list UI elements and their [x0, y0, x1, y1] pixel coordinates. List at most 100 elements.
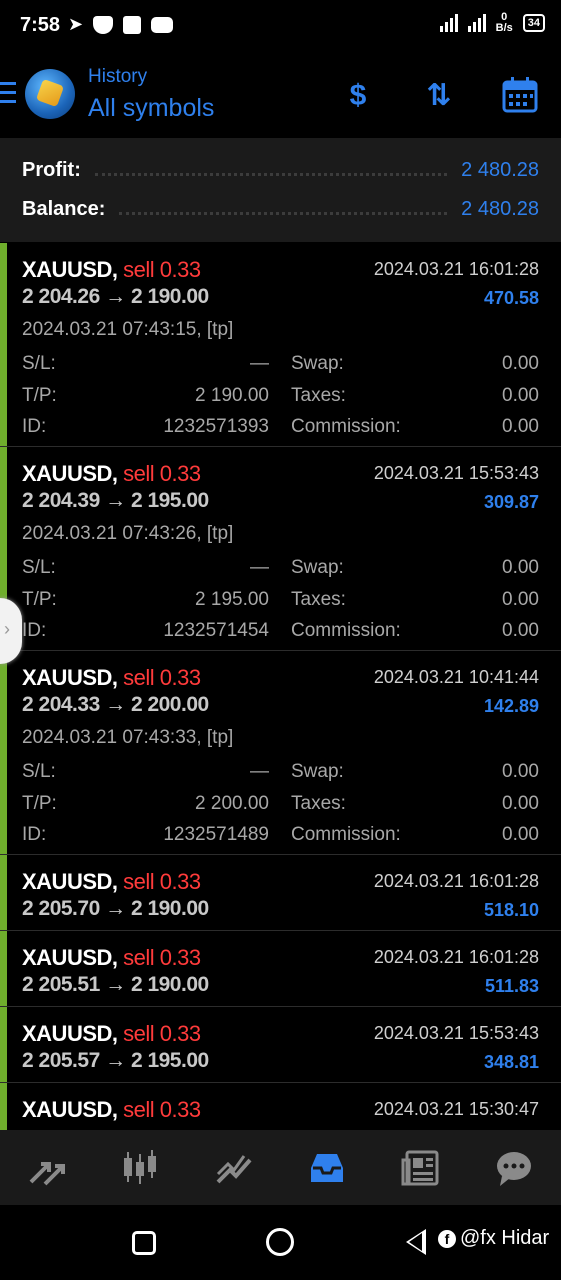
deal-side-bar: [0, 931, 7, 1006]
shield-icon: [93, 15, 114, 34]
deal-item[interactable]: XAUUSD, sell 0.33 2 205.51 → 2 190.00 20…: [0, 931, 561, 1007]
close-time: 2024.03.21 15:53:43: [373, 463, 539, 483]
close-time: 2024.03.21 16:01:28: [373, 947, 539, 967]
id-label: ID:: [22, 620, 47, 641]
commission-label: Commission:: [291, 416, 401, 437]
nav-quotes[interactable]: [21, 1142, 73, 1194]
deal-item[interactable]: XAUUSD, sell 0.33 2024.03.21 15:30:47: [0, 1083, 561, 1130]
page-title[interactable]: All symbols: [88, 94, 214, 123]
nav-chat[interactable]: [488, 1142, 540, 1194]
tp-label: T/P:: [22, 793, 57, 814]
commission-value: 0.00: [502, 416, 539, 437]
id-value: 1232571489: [163, 824, 269, 845]
home-button[interactable]: [266, 1228, 294, 1256]
system-nav-bar: f @fx Hidar: [0, 1205, 561, 1280]
commission-value: 0.00: [502, 824, 539, 845]
menu-icon[interactable]: [0, 82, 16, 104]
open-price: 2 204.26: [22, 285, 100, 308]
taxes-label: Taxes:: [291, 793, 346, 814]
deal-profit: 518.10: [483, 900, 539, 920]
price-arrow-icon: →: [105, 1049, 126, 1072]
trade-trend-icon: [216, 1154, 252, 1183]
bottom-nav: [0, 1130, 561, 1205]
nav-history[interactable]: [301, 1142, 353, 1194]
profit-row: Profit: 2 480.28: [22, 153, 539, 187]
watermark-text: @fx Hidar: [460, 1227, 550, 1249]
open-time: 2024.03.21 07:43:33, [tp]: [22, 727, 234, 748]
taxes-value: 0.00: [502, 385, 539, 406]
youtube-icon: [151, 16, 174, 33]
deal-item[interactable]: XAUUSD, sell 0.33 2 204.26 → 2 190.00 20…: [0, 243, 561, 447]
close-time: 2024.03.21 15:30:47: [373, 1099, 539, 1119]
open-price: 2 204.33: [22, 693, 100, 716]
open-price: 2 205.70: [22, 897, 100, 920]
quotes-arrows-icon: [29, 1161, 65, 1185]
price-arrow-icon: →: [105, 693, 126, 716]
price-arrow-icon: →: [105, 973, 126, 996]
tp-label: T/P:: [22, 589, 57, 610]
deals-list[interactable]: XAUUSD, sell 0.33 2 204.26 → 2 190.00 20…: [0, 243, 561, 1130]
close-time: 2024.03.21 10:41:44: [373, 667, 539, 687]
commission-label: Commission:: [291, 620, 401, 641]
open-time: 2024.03.21 07:43:15, [tp]: [22, 319, 234, 340]
deal-symbol: XAUUSD,: [22, 665, 118, 690]
taxes-label: Taxes:: [291, 385, 346, 406]
close-price: 2 200.00: [130, 693, 209, 716]
currency-filter-button[interactable]: $: [338, 76, 378, 116]
deal-item[interactable]: XAUUSD, sell 0.33 2 204.33 → 2 200.00 20…: [0, 651, 561, 855]
deal-item[interactable]: XAUUSD, sell 0.33 2 204.39 → 2 195.00 20…: [0, 447, 561, 651]
close-price: 2 195.00: [130, 1049, 209, 1072]
nav-trade[interactable]: [208, 1142, 260, 1194]
deal-symbol: XAUUSD,: [22, 1097, 118, 1122]
nav-news[interactable]: [395, 1142, 447, 1194]
nav-chart[interactable]: [114, 1142, 166, 1194]
tp-value: 2 200.00: [195, 793, 269, 814]
deal-item[interactable]: XAUUSD, sell 0.33 2 205.57 → 2 195.00 20…: [0, 1007, 561, 1083]
telegram-icon: ➤: [68, 14, 84, 34]
sl-value: —: [250, 353, 269, 374]
profit-value: 2 480.28: [461, 158, 539, 181]
open-price: 2 204.39: [22, 489, 100, 512]
watermark: f @fx Hidar: [438, 1227, 549, 1250]
calendar-button[interactable]: [500, 76, 540, 116]
deal-symbol: XAUUSD,: [22, 869, 118, 894]
close-time: 2024.03.21 16:01:28: [373, 871, 539, 891]
taxes-value: 0.00: [502, 589, 539, 610]
signal-2-icon: [467, 14, 486, 32]
battery-icon: 34: [522, 14, 545, 32]
chevron-right-icon: ›: [4, 619, 10, 639]
sl-label: S/L:: [22, 353, 56, 374]
page-subtitle: History: [88, 66, 148, 87]
back-button[interactable]: [406, 1229, 426, 1255]
deal-side: sell 0.33: [123, 869, 201, 894]
sl-value: —: [250, 761, 269, 782]
deal-item[interactable]: XAUUSD, sell 0.33 2 205.70 → 2 190.00 20…: [0, 855, 561, 931]
id-label: ID:: [22, 824, 47, 845]
id-value: 1232571454: [163, 620, 269, 641]
deal-side-bar: [0, 651, 7, 854]
hi-app-icon: [123, 15, 142, 34]
net-speed: 0 B/s: [495, 11, 513, 34]
close-time: 2024.03.21 16:01:28: [373, 259, 539, 279]
sl-value: —: [250, 557, 269, 578]
deal-side: sell 0.33: [123, 1021, 201, 1046]
deal-symbol: XAUUSD,: [22, 461, 118, 486]
deal-side: sell 0.33: [123, 1097, 201, 1122]
close-price: 2 190.00: [130, 973, 209, 996]
candlestick-icon: [124, 1149, 157, 1184]
swap-value: 0.00: [502, 353, 539, 374]
balance-row: Balance: 2 480.28: [22, 192, 539, 226]
summary-panel: Profit: 2 480.28 Balance: 2 480.28: [0, 138, 561, 242]
deal-profit: 309.87: [483, 492, 539, 512]
dollar-arrows-icon: $: [349, 79, 367, 112]
deal-profit: 470.58: [483, 288, 539, 308]
newspaper-icon: [401, 1150, 439, 1185]
tp-value: 2 190.00: [195, 385, 269, 406]
swap-value: 0.00: [502, 557, 539, 578]
inbox-icon: [311, 1153, 344, 1182]
deal-side-bar: [0, 1083, 7, 1130]
sort-button[interactable]: ⇅: [419, 76, 459, 116]
taxes-value: 0.00: [502, 793, 539, 814]
open-price: 2 205.51: [22, 973, 100, 996]
recents-button[interactable]: [132, 1231, 156, 1255]
